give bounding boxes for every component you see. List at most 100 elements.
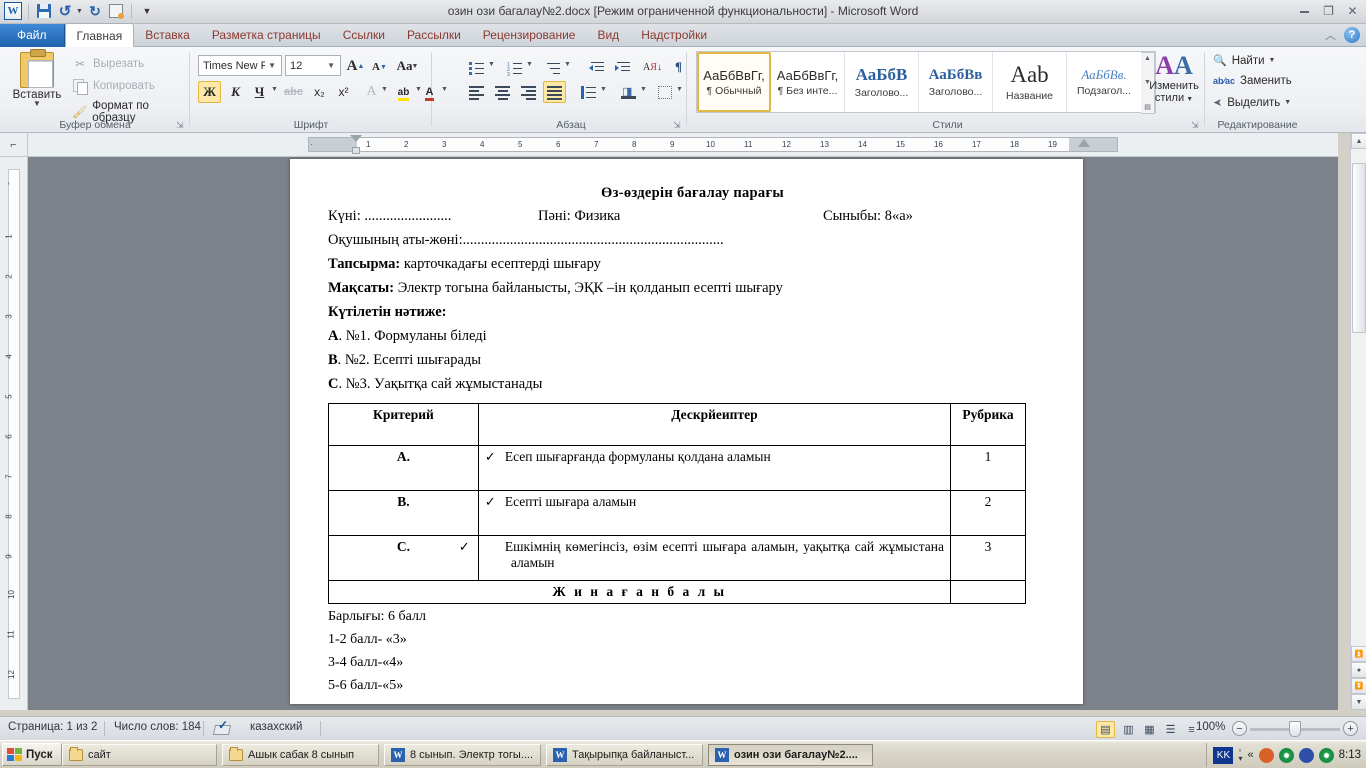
tab-mailings[interactable]: Рассылки — [396, 24, 472, 47]
bold-button[interactable]: Ж — [198, 81, 221, 103]
underline-button[interactable]: Ч — [248, 81, 271, 103]
taskbar-item-5-active[interactable]: W озин ози багалау№2.... — [708, 744, 873, 766]
replace-button[interactable]: ab⁄ac Заменить — [1213, 75, 1292, 87]
subscript-button[interactable]: x₂ — [308, 81, 331, 103]
view-button-outline[interactable]: ☰ — [1161, 721, 1180, 738]
total-value-cell[interactable] — [950, 580, 1026, 604]
start-button[interactable]: Пуск — [2, 743, 62, 766]
text-effects-dropdown-icon[interactable]: ▼ — [380, 86, 389, 93]
horizontal-ruler[interactable]: · 123 456 789 10 11 12 13 14 15 16 17 18 19 — [28, 133, 1338, 157]
right-indent-marker[interactable] — [1078, 139, 1090, 147]
view-button-print-layout[interactable]: ▤ — [1096, 721, 1115, 738]
paste-button[interactable]: Вставить ▼ — [8, 49, 66, 108]
taskbar-item-3[interactable]: W 8 сынып. Электр тогы.... — [384, 744, 541, 766]
view-button-web-layout[interactable]: ▦ — [1140, 721, 1159, 738]
zoom-level[interactable]: 100% — [1196, 721, 1225, 733]
vertical-scrollbar[interactable]: ▲ ⏫ ● ⏬ ▼ — [1350, 133, 1366, 710]
font-size-dropdown-icon[interactable]: ▼ — [324, 61, 338, 70]
language-bar-indicator[interactable]: KK — [1213, 746, 1234, 764]
view-button-full-screen[interactable]: ▥ — [1119, 721, 1138, 738]
clipboard-dialog-launcher[interactable]: ⇲ — [176, 120, 186, 130]
style-item-normal[interactable]: АаБбВвГг, ¶ Обычный — [697, 52, 771, 112]
style-item-title[interactable]: Aab Название — [993, 52, 1067, 112]
shrink-font-icon[interactable]: A ▼ — [368, 56, 391, 78]
tray-icon-2[interactable] — [1278, 747, 1294, 763]
numbered-list-icon[interactable]: 123 — [503, 56, 526, 78]
select-dropdown-icon[interactable]: ▼ — [1284, 99, 1291, 106]
document-page[interactable]: Өз-өздерін бағалау парағы Күні: ........… — [290, 159, 1083, 704]
borders-dropdown-icon[interactable]: ▼ — [675, 86, 684, 93]
clock[interactable]: 8:13 — [1339, 749, 1361, 761]
font-name-combo[interactable]: Times New Rо ▼ — [198, 55, 282, 76]
tray-icon-3[interactable] — [1298, 747, 1314, 763]
select-button[interactable]: ➤ Выделить ▼ — [1213, 96, 1291, 110]
grow-font-icon[interactable]: A ▲ — [344, 55, 367, 77]
tab-insert[interactable]: Вставка — [134, 24, 201, 47]
scrollbar-thumb[interactable] — [1352, 163, 1366, 333]
superscript-button[interactable]: x² — [332, 81, 355, 103]
tab-home[interactable]: Главная — [64, 23, 135, 47]
style-item-no-spacing[interactable]: АаБбВвГг, ¶ Без инте... — [771, 52, 845, 112]
first-line-indent-marker[interactable] — [350, 135, 362, 142]
italic-button[interactable]: К — [224, 81, 247, 103]
line-spacing-icon[interactable] — [577, 81, 600, 103]
close-button[interactable]: ✕ — [1344, 3, 1361, 18]
table-total-row[interactable]: Ж и н а ғ а н б а л ы — [327, 580, 1026, 604]
ruler-corner-tab-selector[interactable]: ⌐ — [0, 133, 28, 157]
shading-icon[interactable]: ◨ — [617, 81, 640, 103]
change-case-icon[interactable]: Aa ▼ — [396, 55, 419, 77]
multilevel-list-dropdown-icon[interactable]: ▼ — [563, 61, 572, 68]
find-dropdown-icon[interactable]: ▼ — [1269, 57, 1276, 64]
taskbar-item-4[interactable]: W Тақырыпқа байланыст... — [546, 744, 703, 766]
bullet-list-icon[interactable] — [465, 56, 488, 78]
font-name-dropdown-icon[interactable]: ▼ — [265, 61, 279, 70]
tab-view[interactable]: Вид — [586, 24, 630, 47]
zoom-slider-thumb[interactable] — [1289, 721, 1301, 737]
cut-button[interactable]: ✂ Вырезать — [72, 56, 144, 71]
table-row[interactable]: A. ✓ Есеп шығарғанда формуланы қолдана ал… — [328, 445, 1026, 491]
taskbar-item-2[interactable]: Ашык сабак 8 сынып — [222, 744, 379, 766]
tray-icon-1[interactable] — [1258, 747, 1274, 763]
help-icon[interactable]: ? — [1344, 27, 1360, 43]
vertical-ruler[interactable]: - 123 456 789 10 11 12 — [0, 157, 28, 710]
left-indent-marker[interactable] — [352, 147, 360, 154]
copy-button[interactable]: Копировать — [72, 78, 155, 95]
styles-gallery[interactable]: АаБбВвГг, ¶ Обычный АаБбВвГг, ¶ Без инте… — [696, 51, 1156, 114]
shading-dropdown-icon[interactable]: ▼ — [639, 86, 648, 93]
previous-page-icon[interactable]: ⏫ — [1351, 646, 1366, 662]
style-item-heading-2[interactable]: АаБбВв Заголово... — [919, 52, 993, 112]
tab-file[interactable]: Файл — [0, 24, 65, 47]
tray-icon-4[interactable] — [1318, 747, 1334, 763]
tab-references[interactable]: Ссылки — [332, 24, 396, 47]
style-item-heading-1[interactable]: АаБбВ Заголово... — [845, 52, 919, 112]
proofing-status-icon[interactable] — [214, 718, 231, 735]
align-right-icon[interactable] — [517, 81, 540, 103]
multilevel-list-icon[interactable] — [541, 56, 564, 78]
minimize-ribbon-icon[interactable]: ︿ — [1325, 27, 1336, 43]
tab-page-layout[interactable]: Разметка страницы — [201, 24, 332, 47]
style-item-subtitle[interactable]: АаБбВв. Подзагол... — [1067, 52, 1141, 112]
underline-dropdown-icon[interactable]: ▼ — [270, 86, 279, 93]
word-count[interactable]: Число слов: 184 — [114, 721, 201, 733]
find-button[interactable]: 🔍 Найти ▼ — [1213, 54, 1276, 68]
scroll-down-icon[interactable]: ▼ — [1351, 694, 1366, 710]
font-size-combo[interactable]: 12 ▼ — [285, 55, 341, 76]
tab-review[interactable]: Рецензирование — [472, 24, 587, 47]
sort-icon[interactable]: АЯ↓ — [641, 56, 664, 78]
next-page-icon[interactable]: ⏬ — [1351, 678, 1366, 694]
font-color-button[interactable]: A — [418, 81, 441, 103]
minimize-button[interactable] — [1296, 3, 1313, 18]
page-indicator[interactable]: Страница: 1 из 2 — [8, 721, 97, 733]
document-canvas[interactable]: Өз-өздерін бағалау парағы Күні: ........… — [28, 157, 1338, 710]
styles-dialog-launcher[interactable]: ⇲ — [1191, 120, 1201, 130]
select-browse-object-icon[interactable]: ● — [1351, 662, 1366, 678]
table-row[interactable]: B. ✓ Есепті шығара аламын 2 — [328, 490, 1026, 536]
align-center-icon[interactable] — [491, 81, 514, 103]
taskbar-item-1[interactable]: сайт — [62, 744, 217, 766]
language-indicator[interactable]: казахский — [250, 721, 302, 733]
align-left-icon[interactable] — [465, 81, 488, 103]
tab-addins[interactable]: Надстройки — [630, 24, 718, 47]
numbered-list-dropdown-icon[interactable]: ▼ — [525, 61, 534, 68]
paste-dropdown-icon[interactable]: ▼ — [8, 100, 66, 108]
zoom-out-button[interactable]: − — [1232, 721, 1247, 736]
